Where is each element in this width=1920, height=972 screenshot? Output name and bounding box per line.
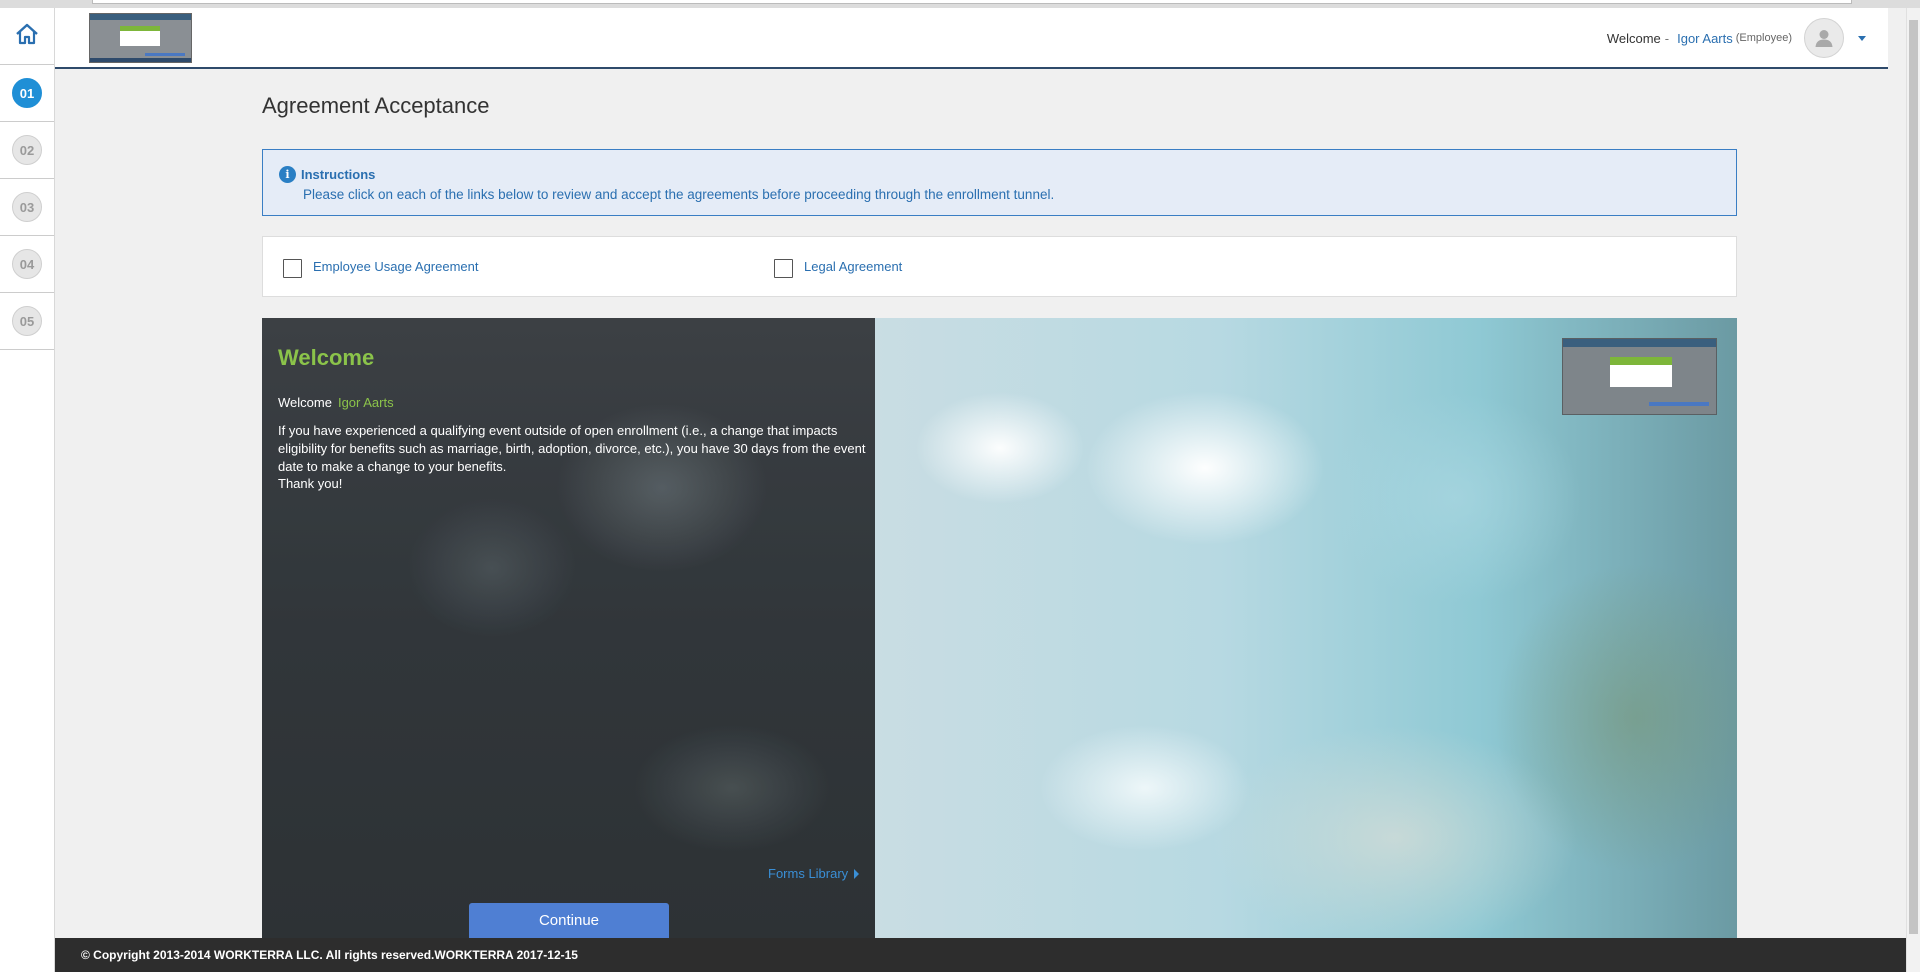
- agreement-checkbox[interactable]: [283, 259, 302, 278]
- forms-library-link[interactable]: Forms Library: [768, 866, 860, 881]
- caret-down-icon[interactable]: [1858, 35, 1866, 41]
- agreements-panel: Employee Usage Agreement Legal Agreement: [262, 236, 1737, 297]
- company-logo[interactable]: [89, 13, 192, 63]
- address-bar-edge: [92, 0, 1852, 4]
- agreement-legal[interactable]: Legal Agreement: [774, 259, 902, 278]
- instructions-title: Instructions: [301, 167, 376, 182]
- hero-logo-thumbnail: [1562, 338, 1717, 415]
- welcome-label: Welcome: [1606, 30, 1661, 46]
- welcome-panel: [262, 318, 875, 938]
- agreement-link[interactable]: Legal Agreement: [804, 259, 902, 274]
- info-icon: i: [279, 166, 296, 183]
- step-05[interactable]: 05: [0, 293, 54, 350]
- user-avatar-icon[interactable]: [1804, 18, 1844, 58]
- hero-title: Welcome: [278, 345, 375, 370]
- user-role: (Employee): [1735, 32, 1792, 44]
- top-header: Welcome - Igor Aarts (Employee): [55, 8, 1888, 69]
- caret-right-icon: [854, 868, 860, 879]
- agreement-checkbox[interactable]: [774, 259, 793, 278]
- home-icon: [15, 23, 39, 50]
- user-name-link[interactable]: Igor Aarts: [1677, 31, 1733, 46]
- step-number: 04: [12, 249, 42, 279]
- step-number: 03: [12, 192, 42, 222]
- hero-welcome-label: Welcome: [278, 395, 332, 410]
- step-number: 02: [12, 135, 42, 165]
- welcome-hero: Welcome Welcome Igor Aarts If you have ex…: [262, 318, 1737, 938]
- instructions-panel: i Instructions Please click on each of t…: [262, 149, 1737, 216]
- step-01[interactable]: 01: [0, 65, 54, 122]
- agreement-employee-usage[interactable]: Employee Usage Agreement: [283, 259, 478, 278]
- scrollbar-thumb[interactable]: [1909, 20, 1918, 934]
- step-04[interactable]: 04: [0, 236, 54, 293]
- step-number: 01: [12, 78, 42, 108]
- copyright-text: © Copyright 2013-2014 WORKTERRA LLC. All…: [81, 948, 578, 962]
- browser-top-strip: [0, 0, 1920, 8]
- step-number: 05: [12, 306, 42, 336]
- welcome-separator: -: [1664, 30, 1670, 46]
- instructions-text: Please click on each of the links below …: [303, 187, 1055, 202]
- user-menu: Welcome - Igor Aarts (Employee): [1607, 16, 1866, 60]
- continue-button[interactable]: Continue: [469, 903, 669, 938]
- step-02[interactable]: 02: [0, 122, 54, 179]
- page-title: Agreement Acceptance: [262, 93, 490, 118]
- hero-welcome-line: Welcome Igor Aarts: [278, 395, 394, 410]
- hero-thanks: Thank you!: [278, 476, 343, 491]
- step-03[interactable]: 03: [0, 179, 54, 236]
- hero-message: If you have experienced a qualifying eve…: [278, 423, 866, 474]
- page-scrollbar[interactable]: [1906, 8, 1920, 972]
- hero-user-name: Igor Aarts: [337, 395, 394, 410]
- page-footer: © Copyright 2013-2014 WORKTERRA LLC. All…: [55, 938, 1906, 972]
- agreement-link[interactable]: Employee Usage Agreement: [313, 259, 478, 274]
- forms-library-label: Forms Library: [768, 866, 849, 881]
- step-sidebar: 01 02 03 04 05: [0, 8, 55, 972]
- home-button[interactable]: [0, 8, 54, 65]
